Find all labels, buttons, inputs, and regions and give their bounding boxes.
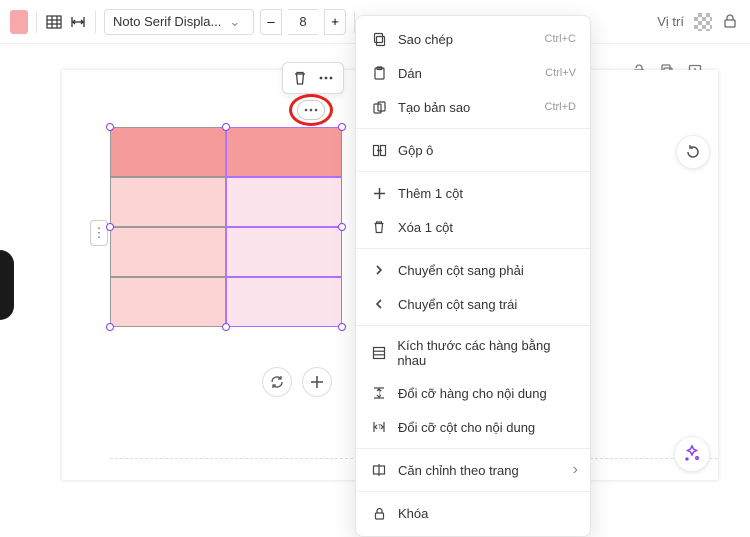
table-row — [110, 277, 342, 327]
menu-separator — [356, 171, 590, 172]
menu-item-shortcut: Ctrl+D — [545, 101, 576, 113]
fit-col-icon: T — [370, 418, 388, 436]
menu-item-label: Đổi cỡ cột cho nội dung — [398, 420, 535, 435]
ai-assist-button[interactable] — [674, 436, 710, 472]
menu-item-label: Dán — [398, 66, 422, 81]
table-cell-selected[interactable] — [226, 227, 342, 277]
toolbar-separator — [36, 11, 37, 33]
table-cell[interactable] — [110, 277, 226, 327]
align-icon — [370, 461, 388, 479]
menu-separator — [356, 491, 590, 492]
menu-fit-row-content[interactable]: T Đổi cỡ hàng cho nội dung — [356, 376, 590, 410]
fit-row-icon: T — [370, 384, 388, 402]
position-button[interactable]: Vị trí — [657, 14, 684, 29]
table-row — [110, 227, 342, 277]
menu-copy[interactable]: Sao chép Ctrl+C — [356, 22, 590, 56]
menu-item-label: Đổi cỡ hàng cho nội dung — [398, 386, 547, 401]
trash-icon — [370, 218, 388, 236]
lock-icon[interactable] — [722, 13, 740, 31]
chevron-right-icon — [370, 261, 388, 279]
chevron-down-icon: ⌄ — [229, 14, 240, 30]
font-family-select[interactable]: Noto Serif Displa... ⌄ — [104, 9, 254, 35]
menu-merge-cells[interactable]: Gộp ô — [356, 133, 590, 167]
transparency-icon[interactable] — [694, 13, 712, 31]
below-table-toolbar — [262, 367, 332, 397]
menu-item-shortcut: Ctrl+V — [545, 67, 576, 79]
menu-add-column[interactable]: Thêm 1 cột — [356, 176, 590, 210]
chevron-left-icon — [370, 295, 388, 313]
column-width-icon[interactable] — [69, 13, 87, 31]
menu-duplicate[interactable]: Tạo bản sao Ctrl+D — [356, 90, 590, 124]
table-cell[interactable] — [110, 227, 226, 277]
more-options-button[interactable] — [317, 69, 335, 87]
table-cell-selected[interactable] — [226, 177, 342, 227]
fill-color-swatch[interactable] — [10, 10, 28, 34]
highlight-ellipse — [289, 94, 333, 126]
menu-delete-column[interactable]: Xóa 1 cột — [356, 210, 590, 244]
font-size-plus-button[interactable]: + — [324, 9, 346, 35]
menu-item-label: Căn chỉnh theo trang — [398, 463, 519, 478]
menu-move-column-left[interactable]: Chuyển cột sang trái — [356, 287, 590, 321]
merge-icon — [370, 141, 388, 159]
plus-icon — [370, 184, 388, 202]
rows-equal-icon — [370, 344, 387, 362]
menu-separator — [356, 128, 590, 129]
table-cell-selected[interactable] — [226, 277, 342, 327]
table-element[interactable] — [110, 127, 342, 327]
font-size-value[interactable]: 8 — [288, 9, 318, 35]
table-row — [110, 127, 342, 177]
menu-item-label: Chuyển cột sang phải — [398, 263, 524, 278]
menu-item-shortcut: Ctrl+C — [545, 33, 576, 45]
menu-lock[interactable]: Khóa — [356, 496, 590, 530]
table-cell-selected[interactable] — [226, 127, 342, 177]
font-family-label: Noto Serif Displa... — [113, 14, 221, 29]
column-context-menu: Sao chép Ctrl+C Dán Ctrl+V Tạo bản sao C… — [355, 15, 591, 537]
menu-separator — [356, 448, 590, 449]
table-icon[interactable] — [45, 13, 63, 31]
menu-item-label: Sao chép — [398, 32, 453, 47]
menu-item-label: Xóa 1 cột — [398, 220, 453, 235]
delete-button[interactable] — [291, 69, 309, 87]
menu-item-label: Chuyển cột sang trái — [398, 297, 517, 312]
menu-item-label: Khóa — [398, 506, 428, 521]
menu-equalize-rows[interactable]: Kích thước các hàng bằng nhau — [356, 330, 590, 376]
menu-paste[interactable]: Dán Ctrl+V — [356, 56, 590, 90]
sync-button[interactable] — [262, 367, 292, 397]
menu-item-label: Thêm 1 cột — [398, 186, 463, 201]
menu-item-label: Gộp ô — [398, 143, 433, 158]
menu-item-label: Kích thước các hàng bằng nhau — [397, 338, 576, 368]
add-button[interactable] — [302, 367, 332, 397]
element-floating-toolbar — [282, 62, 344, 94]
svg-text:T: T — [378, 425, 382, 431]
menu-fit-column-content[interactable]: T Đổi cỡ cột cho nội dung — [356, 410, 590, 444]
menu-separator — [356, 248, 590, 249]
table-row — [110, 177, 342, 227]
row-drag-handle[interactable] — [90, 220, 108, 246]
menu-align-to-page[interactable]: Căn chỉnh theo trang — [356, 453, 590, 487]
table-cell[interactable] — [110, 177, 226, 227]
menu-separator — [356, 325, 590, 326]
menu-item-label: Tạo bản sao — [398, 100, 470, 115]
paste-icon — [370, 64, 388, 82]
menu-move-column-right[interactable]: Chuyển cột sang phải — [356, 253, 590, 287]
side-tab-handle[interactable] — [0, 250, 14, 320]
duplicate-icon — [370, 98, 388, 116]
font-size-minus-button[interactable]: – — [260, 9, 282, 35]
table-cell[interactable] — [110, 127, 226, 177]
lock-icon — [370, 504, 388, 522]
redo-floating-button[interactable] — [676, 135, 710, 169]
svg-text:T: T — [378, 391, 382, 397]
copy-icon — [370, 30, 388, 48]
toolbar-separator — [95, 11, 96, 33]
